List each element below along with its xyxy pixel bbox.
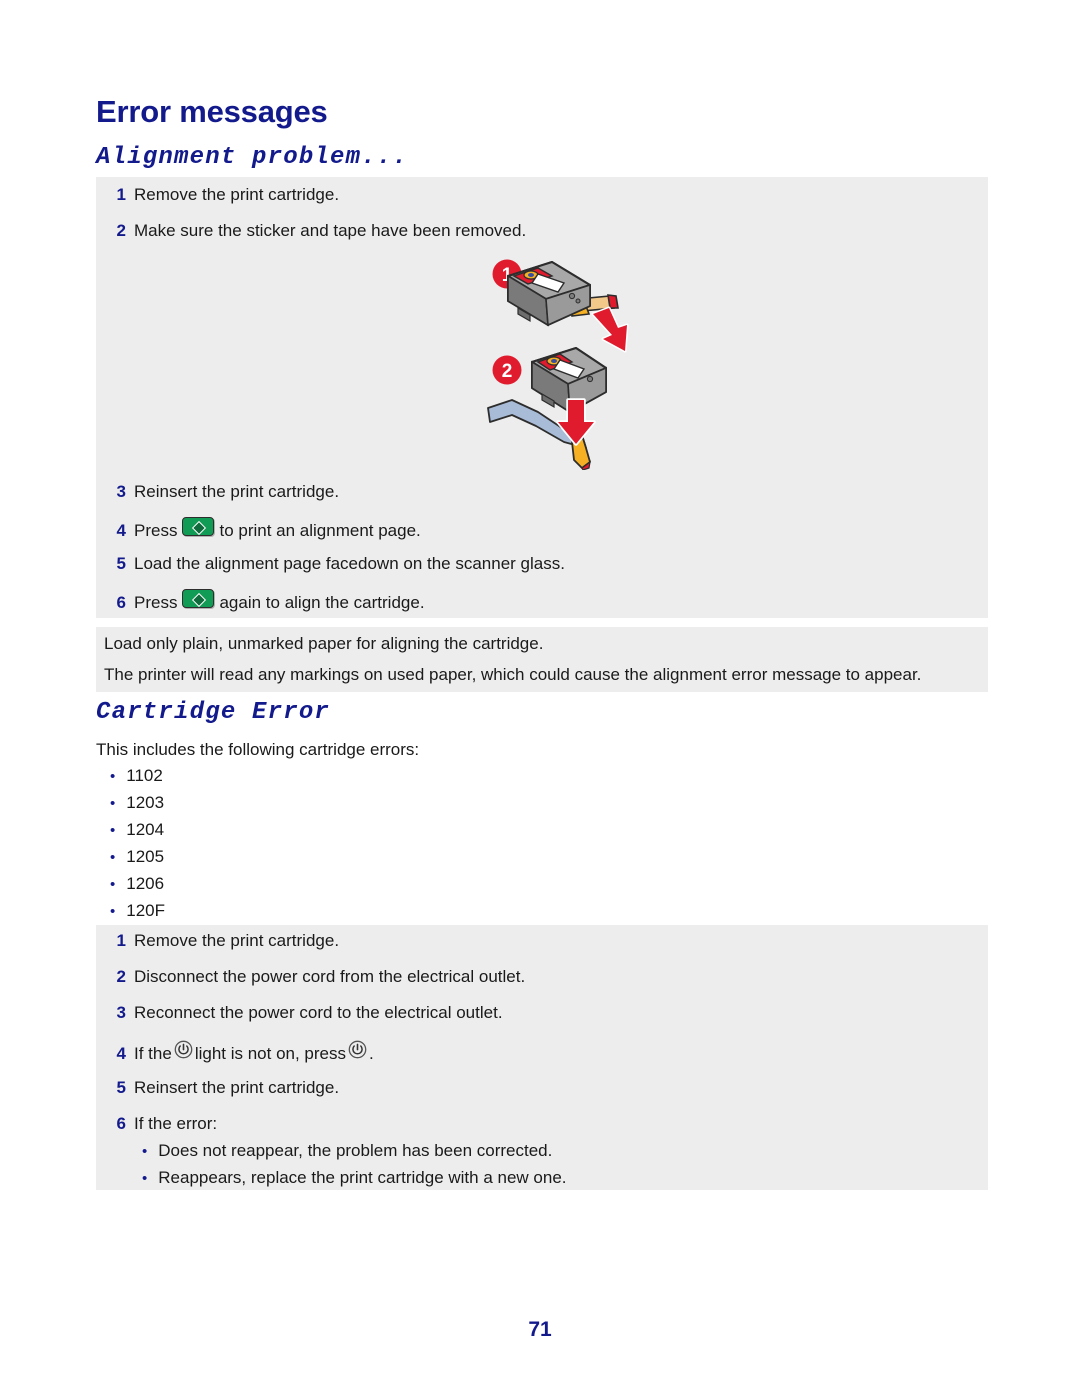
power-icon[interactable] [348,1040,367,1059]
sub-bullet-item: • Reappears, replace the print cartridge… [142,1167,567,1190]
step-number: 5 [116,1078,126,1097]
bullet-dot-icon: • [110,768,116,785]
bullet-dot-icon: • [110,822,116,839]
step-row-2: 2 Make sure the sticker and tape have be… [104,220,527,242]
step-number: 6 [116,593,126,612]
step-text: If the error: [134,1114,218,1133]
arrow-pull-tape-1 [591,306,629,353]
error-code-value: 120F [126,901,166,920]
error-code-value: 1204 [126,820,165,839]
step-number: 2 [116,967,126,986]
error-code-item: • 1204 [110,819,164,842]
step-text: Reconnect the power cord to the electric… [134,1003,503,1022]
bullet-dot-icon: • [110,849,116,866]
green-start-button-icon[interactable] [182,589,215,608]
step-text-after: again to align the cartridge. [219,593,425,612]
step-row-6: 6 If the error: [104,1113,218,1135]
step-text-after: . [369,1044,374,1063]
step-text-after: to print an alignment page. [219,521,421,540]
step-text-before: If the [134,1044,172,1063]
cartridge-tape-removal-illustration: 1 2 [486,252,646,470]
error-code-item: • 1102 [110,765,163,788]
error-code-item: • 120F [110,900,165,923]
step-text-mid: light is not on, press [194,1044,347,1063]
power-icon[interactable] [174,1040,193,1059]
error-code-value: 1203 [126,793,165,812]
step-number: 3 [116,1003,126,1022]
step-text-before: Press [134,521,178,540]
step-number: 4 [116,521,126,540]
error-code-value: 1102 [126,766,163,785]
step-text-before: Press [134,593,178,612]
step-row-5: 5 Load the alignment page facedown on th… [104,553,565,575]
bullet-dot-icon: • [142,1143,148,1160]
step-row-6: 6 Press again to align the cartridge. [104,589,425,614]
step-row-1: 1 Remove the print cartridge. [104,930,340,952]
step-row-4: 4 If the light is not on, press . [104,1040,374,1065]
step-row-3: 3 Reconnect the power cord to the electr… [104,1002,503,1024]
bullet-dot-icon: • [110,903,116,920]
step-number: 3 [116,482,126,501]
step-number: 2 [116,221,126,240]
error-code-item: • 1203 [110,792,164,815]
error-code-value: 1205 [126,847,165,866]
page-title: Error messages [96,94,328,129]
green-start-button-icon[interactable] [182,517,215,536]
callout-label-2: 2 [502,361,513,382]
step-row-1: 1 Remove the print cartridge. [104,184,340,206]
sub-bullet-text: Does not reappear, the problem has been … [158,1141,553,1160]
step-text: Remove the print cartridge. [134,185,340,204]
step-text: Make sure the sticker and tape have been… [134,221,527,240]
bullet-dot-icon: • [142,1170,148,1187]
bullet-dot-icon: • [110,795,116,812]
step-number: 4 [116,1044,126,1063]
note-line-1: Load only plain, unmarked paper for alig… [104,634,544,653]
step-text: Load the alignment page facedown on the … [134,554,565,573]
step-number: 1 [116,931,126,950]
bullet-dot-icon: • [110,876,116,893]
step-text: Disconnect the power cord from the elect… [134,967,526,986]
cartridge-error-intro: This includes the following cartridge er… [96,740,420,759]
step-row-4: 4 Press to print an alignment page. [104,517,421,542]
sub-bullet-text: Reappears, replace the print cartridge w… [158,1168,567,1187]
step-row-2: 2 Disconnect the power cord from the ele… [104,966,526,988]
section-heading-alignment-problem: Alignment problem... [96,144,409,171]
error-code-item: • 1206 [110,873,164,896]
page-number: 71 [528,1318,552,1341]
step-row-5: 5 Reinsert the print cartridge. [104,1077,340,1099]
error-code-value: 1206 [126,874,165,893]
step-number: 6 [116,1114,126,1133]
section-heading-cartridge-error: Cartridge Error [96,699,331,726]
step-number: 1 [116,185,126,204]
note-line-2: The printer will read any markings on us… [104,665,922,684]
step-text: Remove the print cartridge. [134,931,340,950]
error-code-item: • 1205 [110,846,164,869]
step-text: Reinsert the print cartridge. [134,1078,340,1097]
step-text: Reinsert the print cartridge. [134,482,340,501]
step-row-3: 3 Reinsert the print cartridge. [104,481,340,503]
document-page: Error messages Alignment problem... 1 Re… [0,0,1080,1397]
step-number: 5 [116,554,126,573]
sub-bullet-item: • Does not reappear, the problem has bee… [142,1140,552,1163]
